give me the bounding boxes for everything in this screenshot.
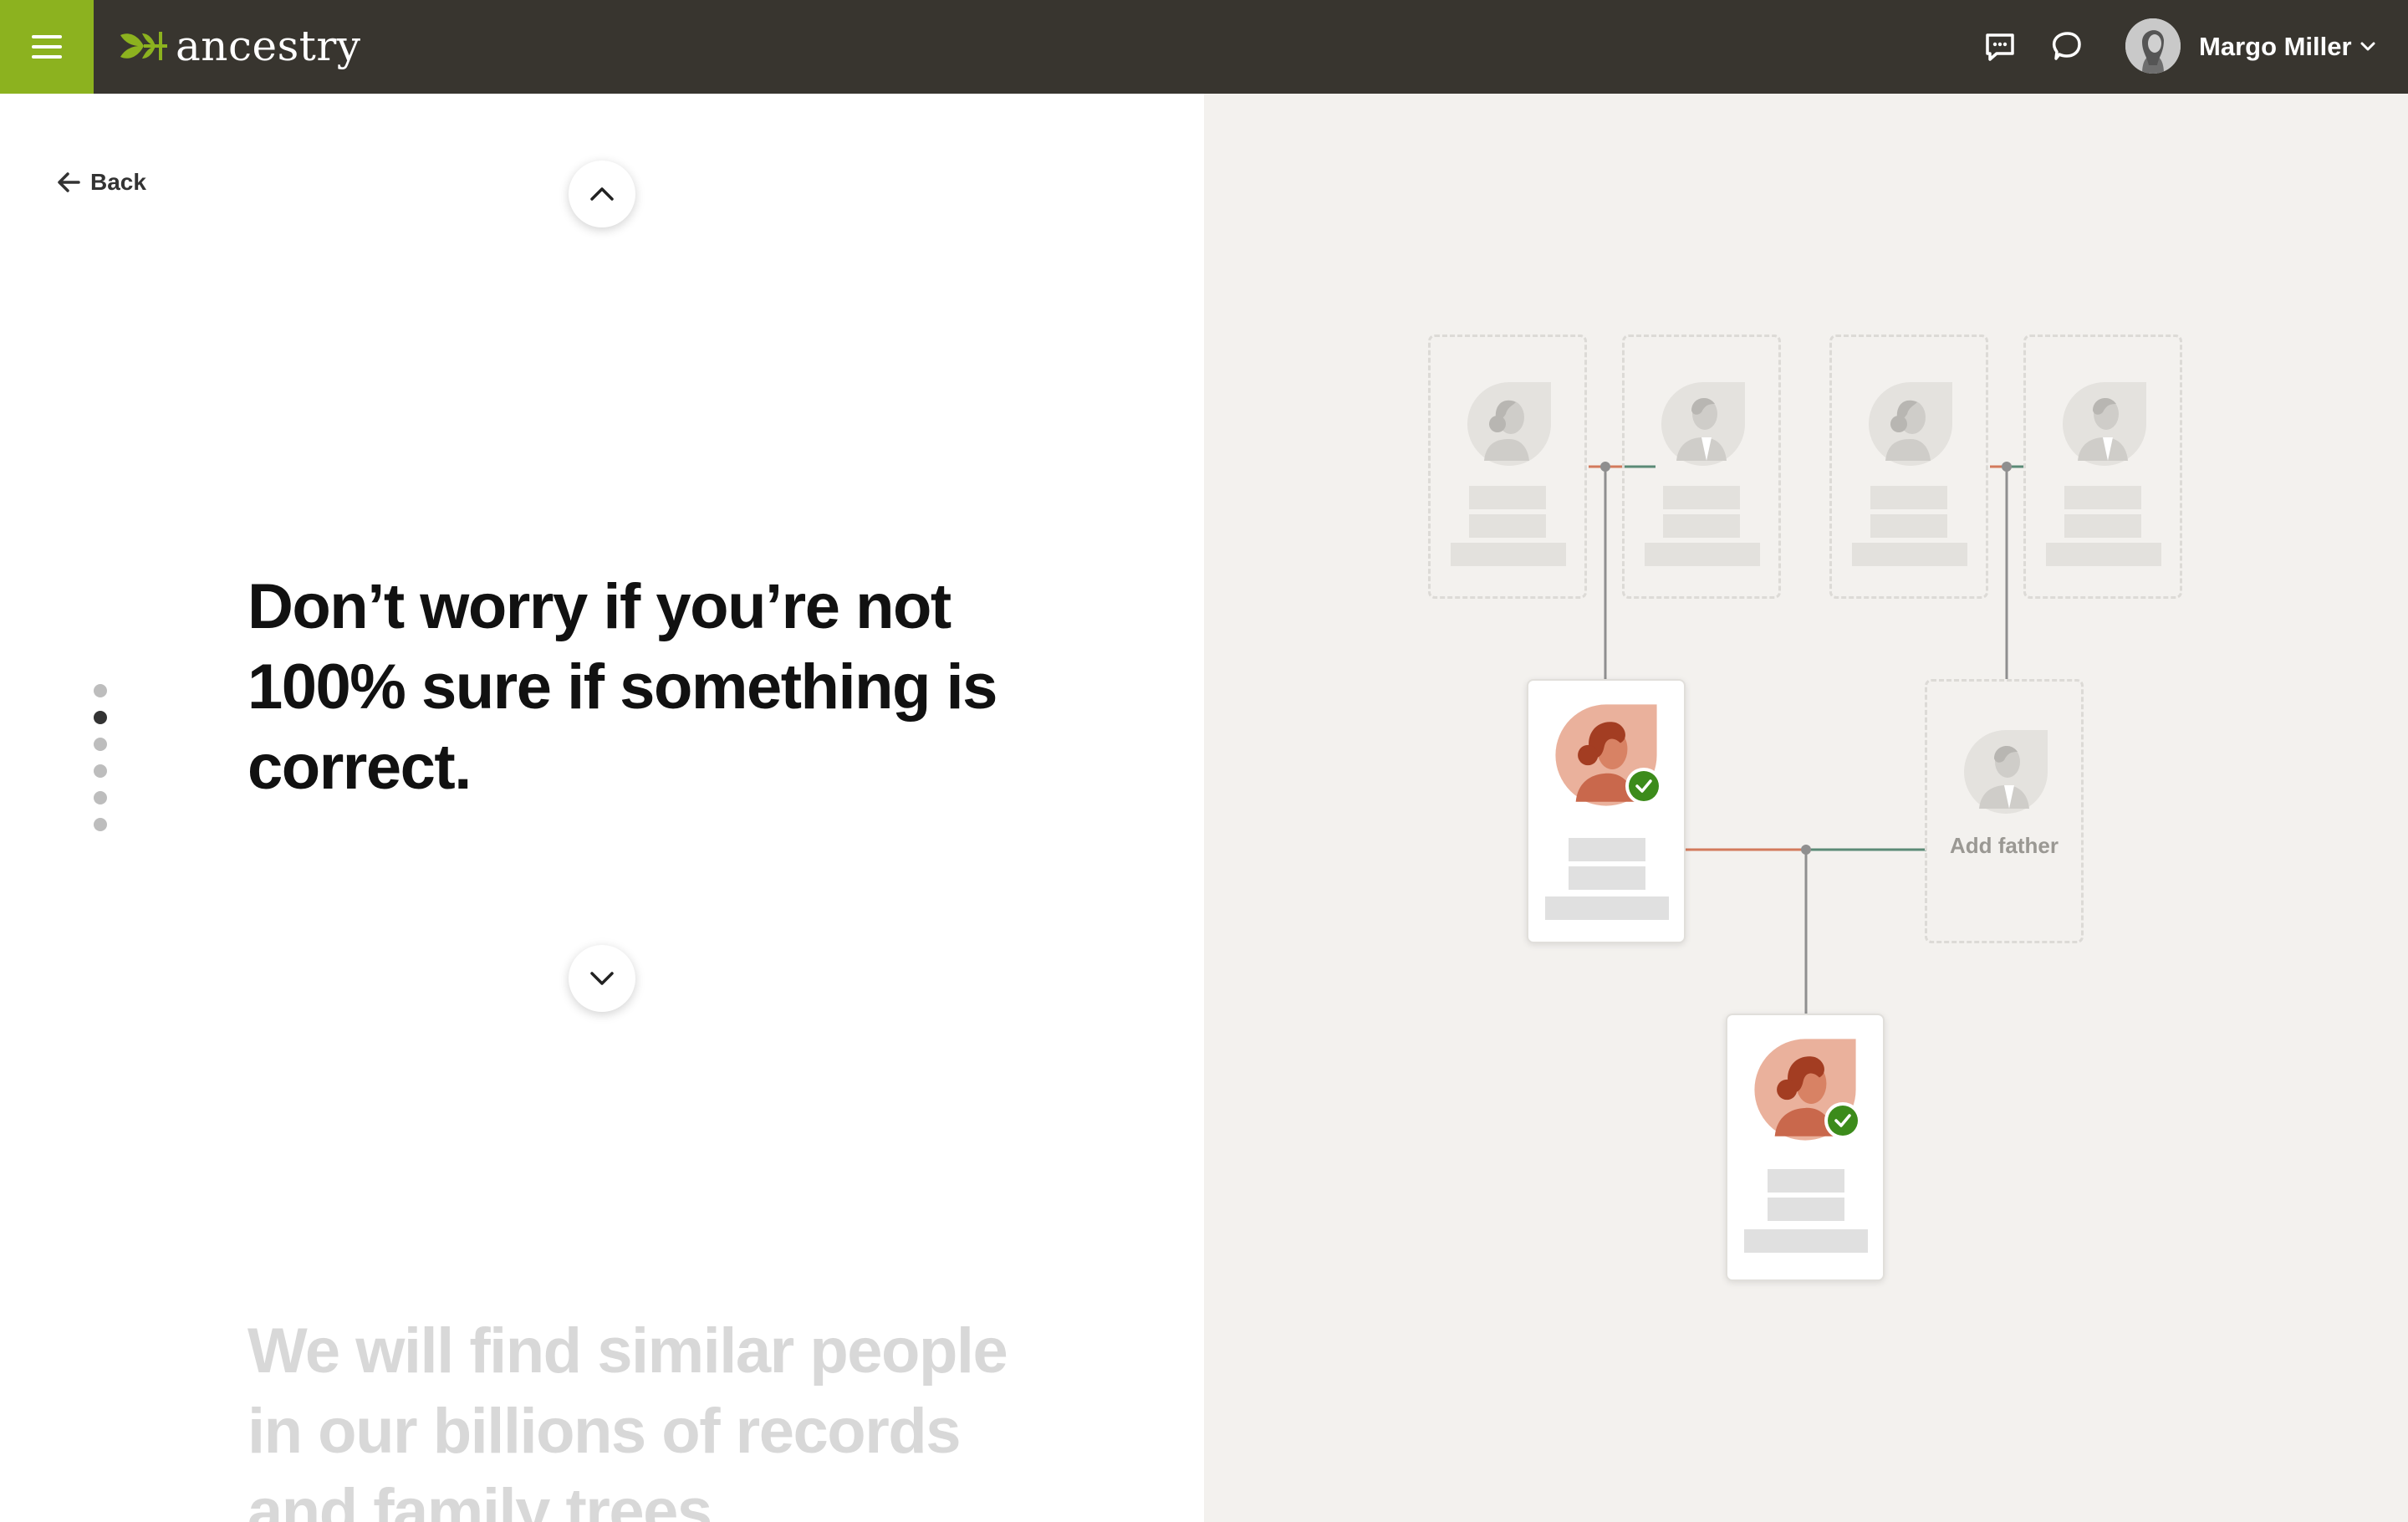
date-placeholder-bar <box>1451 543 1566 566</box>
scroll-up-button[interactable] <box>569 161 635 227</box>
date-placeholder-bar <box>1545 896 1669 920</box>
leaf-logo-icon <box>120 32 167 60</box>
step-heading: Don’t worry if you’re not 100% sure if s… <box>247 571 997 803</box>
name-placeholder-bar <box>1663 514 1740 538</box>
person-silhouette-icon <box>1661 382 1745 466</box>
verified-badge <box>1824 1102 1861 1139</box>
scroll-down-button[interactable] <box>569 945 635 1012</box>
self-card[interactable] <box>1726 1014 1885 1281</box>
great-grandparent-placeholder-card[interactable] <box>1829 335 1988 599</box>
ancestry-logo[interactable]: ancestry <box>119 18 361 74</box>
person-silhouette-icon <box>1467 382 1551 466</box>
person-silhouette-icon <box>1869 382 1952 466</box>
great-grandparent-placeholder-card[interactable] <box>1622 335 1781 599</box>
verified-badge <box>1625 768 1662 804</box>
back-label: Back <box>90 169 146 195</box>
next-step-heading: We will find similar people in our billi… <box>247 1315 1008 1522</box>
person-silhouette-icon <box>1964 730 2048 814</box>
chevron-down-icon <box>590 972 614 985</box>
great-grandparent-placeholder-card[interactable] <box>1428 335 1587 599</box>
step-dot[interactable] <box>94 738 107 751</box>
messages-button[interactable] <box>1982 28 2018 65</box>
menu-button[interactable] <box>0 0 94 94</box>
name-placeholder-bar <box>1569 838 1645 861</box>
user-avatar-image <box>2125 18 2181 74</box>
chat-bubble-icon <box>2052 32 2081 60</box>
name-placeholder-bar <box>1569 866 1645 890</box>
person-silhouette-icon <box>2063 382 2146 466</box>
great-grandparent-placeholder-card[interactable] <box>2023 335 2182 599</box>
hints-button[interactable] <box>2048 28 2085 65</box>
check-icon <box>1834 1114 1851 1127</box>
step-dot[interactable] <box>94 684 107 697</box>
check-icon <box>1635 779 1652 793</box>
name-placeholder-bar <box>2064 486 2141 509</box>
onboarding-content-panel: Back Don’t worry if you’re not 100% sure… <box>0 94 1204 1522</box>
logo-wordmark: ancestry <box>176 22 361 70</box>
family-tree-illustration: Add father <box>1204 94 2408 1522</box>
top-navigation-bar: ancestry Margo Miller <box>0 0 2408 94</box>
name-placeholder-bar <box>1768 1169 1844 1193</box>
chevron-up-icon <box>590 187 614 201</box>
name-placeholder-bar <box>1870 486 1947 509</box>
date-placeholder-bar <box>1744 1229 1868 1253</box>
tree-connector-lines <box>1589 462 2023 1014</box>
message-icon <box>1986 33 2014 61</box>
name-placeholder-bar <box>1663 486 1740 509</box>
step-dot[interactable] <box>94 764 107 778</box>
step-dot-active[interactable] <box>94 711 107 724</box>
name-placeholder-bar <box>2064 514 2141 538</box>
add-father-card[interactable]: Add father <box>1925 679 2084 943</box>
step-dot[interactable] <box>94 818 107 831</box>
date-placeholder-bar <box>1645 543 1760 566</box>
mother-card[interactable] <box>1527 679 1686 943</box>
user-name[interactable]: Margo Miller <box>2199 30 2352 64</box>
chevron-down-icon[interactable] <box>2358 38 2378 55</box>
add-father-label: Add father <box>1950 833 2059 858</box>
hamburger-icon-line <box>32 45 62 49</box>
date-placeholder-bar <box>2046 543 2161 566</box>
name-placeholder-bar <box>1870 514 1947 538</box>
hamburger-icon-line <box>32 55 62 59</box>
user-avatar[interactable] <box>2125 18 2181 74</box>
name-placeholder-bar <box>1469 514 1546 538</box>
name-placeholder-bar <box>1469 486 1546 509</box>
step-indicator <box>94 684 107 845</box>
hamburger-icon <box>32 35 62 38</box>
arrow-left-icon <box>58 172 80 192</box>
date-placeholder-bar <box>1852 543 1967 566</box>
name-placeholder-bar <box>1768 1198 1844 1221</box>
step-dot[interactable] <box>94 791 107 804</box>
back-link[interactable]: Back <box>55 164 146 201</box>
